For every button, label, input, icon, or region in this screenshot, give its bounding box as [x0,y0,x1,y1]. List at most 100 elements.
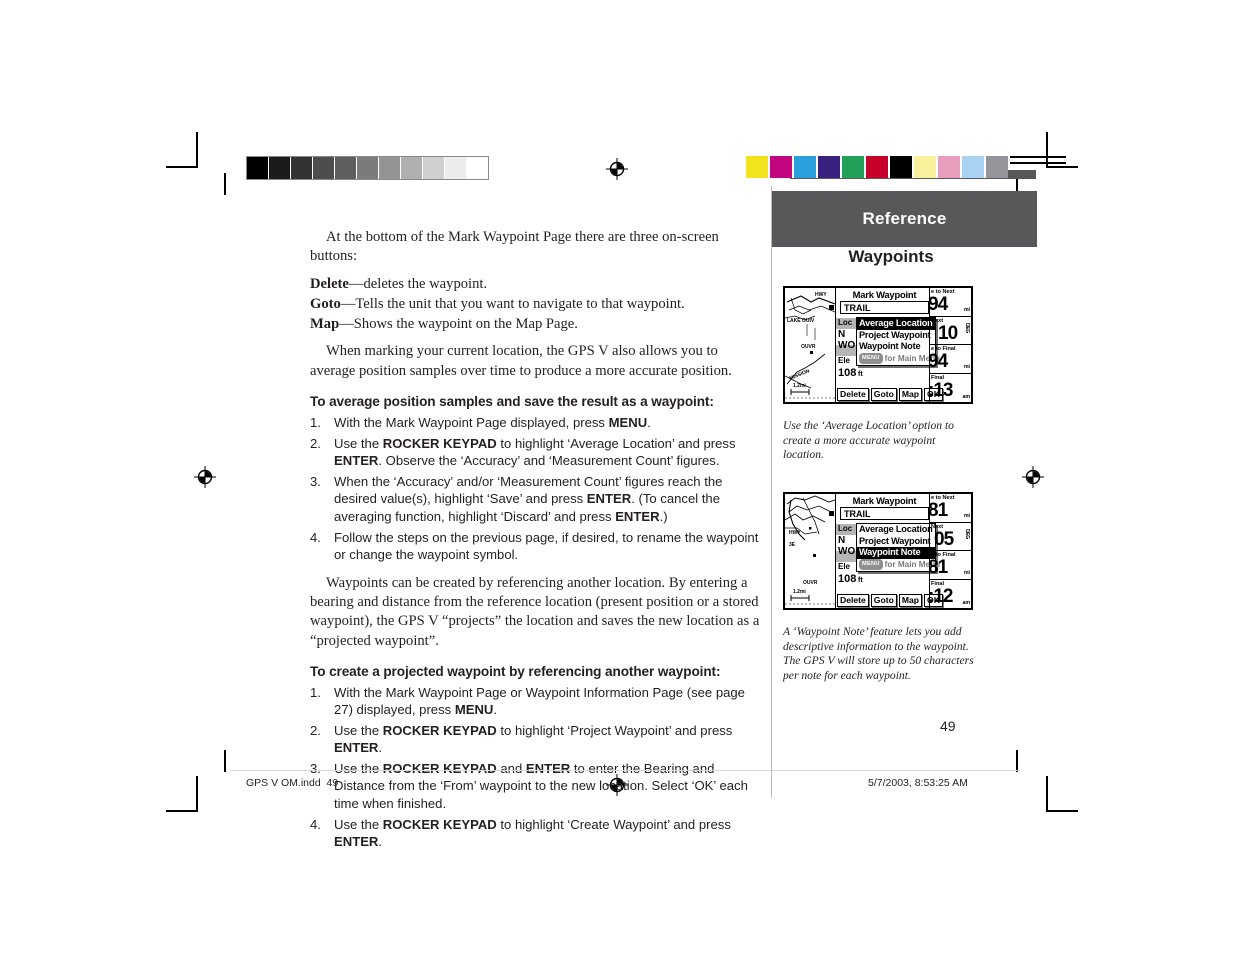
menu-hint-2: MENU for Main Menu [857,559,940,571]
gps-label-elevation-2: Ele [838,562,851,571]
footer-rule [230,770,1020,771]
gps-elevation-value-2: 108 [838,573,857,585]
color-patch-10 [986,156,1008,178]
trim-rule-top-2 [1010,162,1066,164]
data-field-value-2-1: 05 [934,528,954,550]
gps-popup-menu-2[interactable]: Average Location Project Waypoint Waypoi… [856,523,940,573]
color-patch-2 [794,156,818,178]
trim-mark-bottom-right [1016,750,1018,772]
map-scale-label-2: 1.2mi [793,589,806,595]
sidebar-divider-rule [771,186,772,792]
step-text: With the Mark Waypoint Page or Waypoint … [334,685,745,718]
data-field-eta-final: Final :13 am [930,374,971,403]
step-number: 4. [310,816,321,832]
crop-mark-br-v [1046,776,1048,812]
gps-button-goto[interactable]: Goto [870,388,897,401]
map-label-ouvr: OUVR [801,344,816,350]
steps-list-project: 1. With the Mark Waypoint Page or Waypoin… [310,684,762,850]
gps-button-row-2: Delete Goto Map OK [837,594,943,607]
gps-button-delete-2[interactable]: Delete [837,594,869,607]
sidebar-section-header: Reference [772,191,1037,247]
gps-button-map-2[interactable]: Map [898,594,923,607]
map-label-ouvr-2: OUVR [803,580,818,586]
data-field-unit-1: DEG [964,322,970,333]
gps-waypoint-name-field-2[interactable]: TRAIL [829,507,929,520]
step-text: Use the ROCKER KEYPAD to highlight ‘Proj… [334,723,733,756]
step-number: 1. [310,685,321,701]
steps-list-average: 1. With the Mark Waypoint Page displayed,… [310,414,762,563]
intro-paragraph: At the bottom of the Mark Waypoint Page … [310,229,719,265]
gps-waypoint-name-field[interactable]: TRAIL [829,301,929,314]
menu-item-project-waypoint[interactable]: Project Waypoint [857,330,935,342]
color-patch-5 [866,156,890,178]
gray-patch-1 [269,157,291,179]
data-field-bearing-next: Next 10 DEG [930,317,971,345]
data-field-unit-3: am [962,393,971,400]
crop-mark-tr-h [1046,166,1078,168]
sidebar-section-title: Waypoints [848,247,934,266]
gray-patch-5 [357,157,379,179]
color-calibration-bar [746,156,1008,178]
step-number: 3. [310,474,321,490]
color-patch-7 [914,156,938,178]
data-field-value-0: 94 [930,294,948,315]
menu-item-average-location-2[interactable]: Average Location [857,524,935,536]
color-patch-0 [746,156,770,178]
footer-file-page: 49 [326,777,339,789]
step-number: 4. [310,529,321,545]
gps-button-delete[interactable]: Delete [837,388,869,401]
paragraph-project: Waypoints can be created by referencing … [310,574,760,649]
data-field-value-1: 10 [938,322,958,344]
step-item: 3. When the ‘Accuracy’ and/or ‘Measuremen… [310,473,762,524]
menu-item-project-waypoint-2[interactable]: Project Waypoint [857,536,935,548]
gray-patch-7 [401,157,423,179]
gray-patch-0 [247,157,269,179]
definition-text-delete: —deletes the waypoint. [348,275,488,292]
sidebar-section-header-label: Reference [862,209,947,228]
figure-caption-waypoint-note: A ‘Waypoint Note’ feature lets you add d… [783,625,974,682]
waypoint-symbol-icon[interactable] [829,305,834,310]
footer-filename: GPS V OM.indd 49 [246,777,338,789]
color-patch-9 [962,156,986,178]
trim-mark-top [224,173,226,195]
gps-waypoint-name-value-2: TRAIL [844,509,871,519]
menu-item-average-location[interactable]: Average Location [857,318,935,330]
registration-target-top [606,158,628,180]
crop-mark-br-h [1046,810,1078,812]
map-label-3e-2: 3E [789,542,796,548]
footer-filename-text: GPS V OM.indd [246,777,321,789]
step-item: 1. With the Mark Waypoint Page or Waypoin… [310,684,762,718]
gps-data-fields-column-2: e to Next 81 mi Next 05 DEG e to Final 8… [929,494,971,608]
gps-page-title: Mark Waypoint [852,289,917,300]
data-field-dist-to-final-2: e to Final 81 mi [930,551,971,580]
data-field-unit-2-3: am [962,599,971,606]
color-patch-8 [938,156,962,178]
waypoint-symbol-icon-2[interactable] [829,511,834,516]
menu-item-waypoint-note[interactable]: Waypoint Note [857,341,935,353]
gps-button-goto-2[interactable]: Goto [870,594,897,607]
crop-mark-bl-h [166,810,198,812]
data-field-dist-to-final: e to Final 94 mi [930,345,971,374]
data-field-value-2-0: 81 [930,500,948,521]
color-patch-4 [842,156,866,178]
definition-text-map: —Shows the waypoint on the Map Page. [339,316,578,333]
gps-mark-waypoint-panel-2: Mark Waypoint TRAIL Loc N WO Ele 108 ft … [829,494,943,608]
definition-term-delete: Delete [310,275,349,292]
gps-mark-waypoint-panel: Mark Waypoint TRAIL Loc N WO Ele 108 ft … [829,288,943,402]
color-patch-3 [818,156,842,178]
gray-patch-8 [423,157,445,179]
gray-patch-10 [467,157,488,179]
footer-timestamp: 5/7/2003, 8:53:25 AM [868,777,968,789]
gps-label-lat: N [838,329,846,340]
gps-elevation-value: 108 [838,367,857,379]
step-text: Use the ROCKER KEYPAD to highlight ‘Aver… [334,436,736,469]
step-number: 2. [310,436,321,452]
gps-popup-menu[interactable]: Average Location Project Waypoint Waypoi… [856,317,940,367]
menu-item-waypoint-note-2[interactable]: Waypoint Note [857,547,935,559]
color-patch-6 [890,156,914,178]
gps-screenshot-waypoint-note: HWY 3E OUVR 1.2mi Mark Waypoint TRAIL Lo… [783,492,973,610]
data-field-dist-to-next: e to Next 94 mi [930,288,971,317]
gps-button-map[interactable]: Map [898,388,923,401]
step-text: With the Mark Waypoint Page displayed, p… [334,415,651,431]
data-field-unit-2-0: mi [963,513,970,520]
